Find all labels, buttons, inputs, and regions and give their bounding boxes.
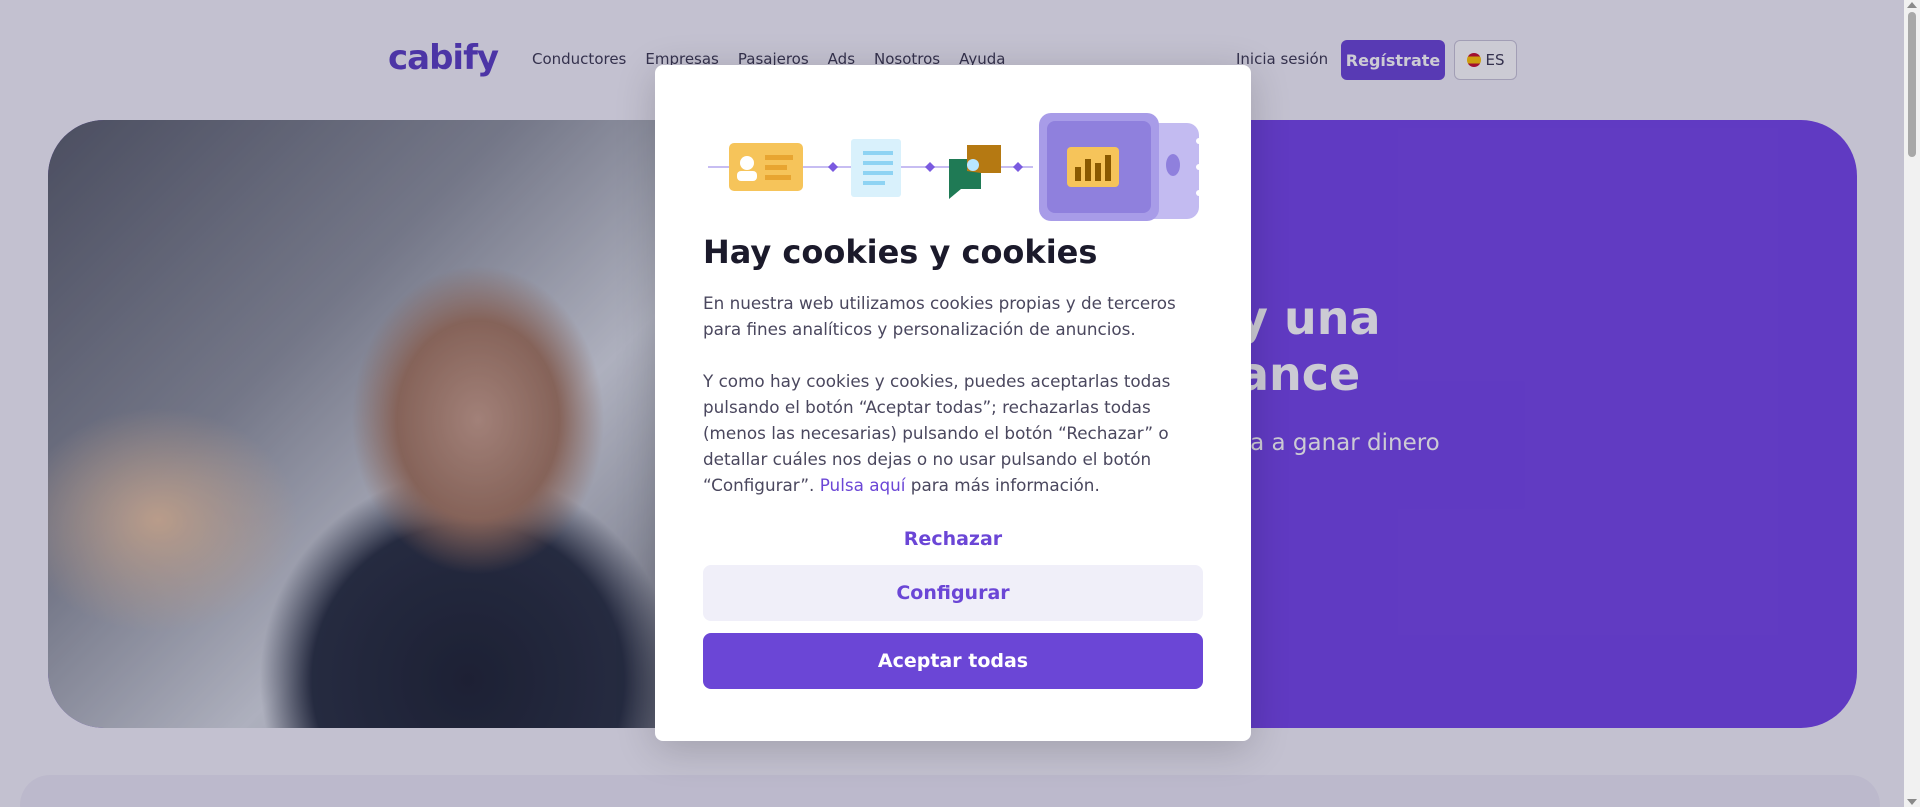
id-card-icon (729, 143, 803, 191)
chat-bubbles-icon (949, 145, 1001, 199)
more-info-link[interactable]: Pulsa aquí (820, 475, 906, 495)
cookie-paragraph-2: Y como hay cookies y cookies, puedes ace… (703, 368, 1203, 498)
document-icon (851, 139, 901, 197)
more-info-suffix: para más información. (905, 475, 1100, 495)
cookie-dialog-title: Hay cookies y cookies (703, 233, 1098, 271)
scrollbar-thumb[interactable] (1908, 12, 1916, 157)
configure-cookies-button[interactable]: Configurar (703, 565, 1203, 621)
safe-vault-icon (1039, 113, 1202, 221)
cookie-dialog-body: En nuestra web utilizamos cookies propia… (703, 290, 1203, 498)
cookie-paragraph-1: En nuestra web utilizamos cookies propia… (703, 293, 1176, 339)
scroll-up-arrow-icon[interactable] (1907, 2, 1917, 8)
accept-all-cookies-button[interactable]: Aceptar todas (703, 633, 1203, 689)
scroll-down-arrow-icon[interactable] (1907, 799, 1917, 805)
cookie-consent-dialog: Hay cookies y cookies En nuestra web uti… (655, 65, 1251, 741)
cookies-illustration (708, 113, 1202, 221)
reject-cookies-button[interactable]: Rechazar (703, 521, 1203, 557)
page-scrollbar[interactable] (1904, 0, 1920, 807)
